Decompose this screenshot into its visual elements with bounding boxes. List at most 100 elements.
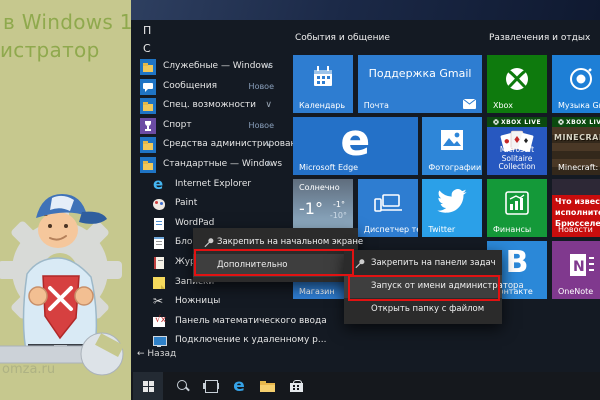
tile-twitter[interactable]: Twitter — [422, 179, 482, 237]
wordpad-icon-wrap — [151, 216, 167, 232]
file-explorer-icon — [260, 381, 275, 392]
menu-item-label: Дополнительно — [217, 260, 288, 270]
search-icon — [176, 379, 190, 393]
tile-почта[interactable]: Поддержка Gmail Почта — [358, 55, 483, 113]
folder-icon — [140, 157, 156, 173]
tile-label: OneNote — [558, 287, 593, 296]
taskbar: e — [131, 372, 600, 400]
xbox-live-icon — [493, 119, 499, 125]
tile-label: Почта — [364, 101, 389, 110]
menu-item-дополнительно[interactable]: Дополнительно› — [193, 254, 358, 277]
app-list-item[interactable]: Стандартные — Windows∧ — [131, 156, 285, 175]
tile-microsoft-solitaire-collection[interactable]: XBOX LIVE Microsoft Solitaire Collection — [487, 117, 547, 175]
promo-panel: в Windows 10 · истратор — [0, 0, 131, 400]
tile-minecraft-w-[interactable]: MINECRAFXBOX LIVEMinecraft: W... — [552, 117, 600, 175]
app-list-item[interactable]: eInternet Explorer — [131, 176, 285, 195]
tile-group-header: События и общение — [295, 33, 390, 43]
app-item-label: Paint — [175, 198, 197, 208]
app-item-label: Стандартные — Windows — [163, 159, 282, 169]
promo-title-line1: в Windows 10 · — [3, 10, 131, 34]
task-view-icon — [203, 380, 219, 392]
back-button[interactable]: ← Назад — [137, 349, 176, 359]
tile-label: Microsoft Solitaire Collection — [487, 146, 547, 172]
tile-финансы[interactable]: Финансы — [487, 179, 547, 237]
promo-title-line2: истратор — [0, 38, 100, 62]
app-item-label: Средства администрирован... — [163, 139, 305, 149]
taskbar-edge-button[interactable]: e — [224, 372, 254, 400]
weather-temp: -1° — [299, 199, 323, 218]
journal-icon — [151, 255, 167, 271]
app-item-label: Подключение к удаленному р... — [175, 335, 326, 345]
chevron-down-icon[interactable]: ∨ — [265, 139, 272, 149]
xbox-live-banner: XBOX LIVE — [487, 117, 547, 127]
chevron-up-icon[interactable]: ∧ — [265, 159, 272, 169]
tile-календарь[interactable]: Календарь — [293, 55, 353, 113]
tile-музыка-gro-[interactable]: Музыка Gro... — [552, 55, 600, 113]
app-list-item[interactable]: Paint — [131, 195, 285, 214]
sport-icon-wrap — [140, 118, 156, 134]
ie-icon-wrap: e — [151, 177, 167, 193]
notes-icon-wrap — [151, 275, 167, 291]
mail-tile-content: Поддержка Gmail — [358, 67, 483, 80]
context-submenu: Закрепить на панели задач Запуск от имени… — [344, 250, 502, 324]
chevron-down-icon[interactable]: ∨ — [265, 61, 272, 71]
twitter-icon — [436, 188, 468, 216]
scissors-icon: ✂ — [151, 294, 167, 310]
taskbar-search-button[interactable] — [168, 372, 198, 400]
tile-onenote[interactable]: N OneNote — [552, 241, 600, 299]
taskbar-start-button[interactable] — [133, 372, 163, 400]
folder-icon-wrap — [140, 157, 156, 173]
menu-item-закрепить-на-начальном-экране[interactable]: Закрепить на начальном экране — [193, 231, 358, 254]
wordpad-icon — [151, 216, 167, 232]
news-headline-line: исполните — [555, 208, 600, 217]
mascot-illustration — [0, 178, 131, 390]
tile-label: Музыка Gro... — [558, 101, 600, 110]
photos-icon — [440, 129, 464, 151]
app-list-item[interactable]: Средства администрирован...∨ — [131, 136, 285, 155]
tile-xbox[interactable]: Xbox — [487, 55, 547, 113]
paint-icon-wrap — [151, 196, 167, 212]
weather-high: -1° — [333, 200, 345, 209]
tile-диспетчер-те-[interactable]: Диспетчер те... — [358, 179, 418, 237]
pin-icon — [354, 258, 366, 270]
app-list-item[interactable]: ✂Ножницы — [131, 293, 285, 312]
chevron-down-icon[interactable]: ∨ — [265, 100, 272, 110]
tile-label: Фотографии — [428, 163, 481, 172]
scissors-icon-wrap: ✂ — [151, 294, 167, 310]
app-list-item[interactable]: √xПанель математического ввода — [131, 313, 285, 332]
app-list-item[interactable]: СообщенияНовое — [131, 78, 285, 97]
app-list-item[interactable]: СпортНовое — [131, 117, 285, 136]
tile-label: Xbox — [493, 101, 513, 110]
back-label: Назад — [147, 349, 176, 359]
edge-taskbar-icon: e — [233, 378, 245, 395]
app-list-item[interactable]: Спец. возможности∨ — [131, 97, 285, 116]
message-icon — [140, 79, 156, 95]
menu-item-запуск-от-имени-администратора[interactable]: Запуск от имени администратора — [344, 275, 502, 298]
sticky-notes-icon — [151, 275, 167, 291]
menu-item-закрепить-на-панели-задач[interactable]: Закрепить на панели задач — [344, 252, 502, 275]
section-letter-С: С — [143, 42, 151, 55]
xbox-live-banner: XBOX LIVE — [552, 117, 600, 127]
app-list-item[interactable]: Служебные — Windows∨ — [131, 58, 285, 77]
menu-item-открыть-папку-с-файлом[interactable]: Открыть папку с файлом — [344, 298, 502, 321]
svg-text:N: N — [573, 259, 585, 275]
edge-logo-icon: e — [293, 117, 418, 166]
tile-новости[interactable]: Что известисполнитеБрюсселеНовости — [552, 179, 600, 237]
minecraft-logo: MINECRAF — [554, 133, 600, 142]
xbox-live-icon — [558, 119, 564, 125]
taskbar-store-button[interactable] — [281, 372, 311, 400]
tile-label: Магазин — [299, 287, 335, 296]
paint-icon — [151, 196, 167, 212]
section-letter-П: П — [143, 24, 151, 37]
new-badge: Новое — [249, 121, 274, 130]
internet-explorer-icon: e — [151, 177, 167, 193]
folder-icon — [140, 98, 156, 114]
tile-microsoft-edge[interactable]: eMicrosoft Edge — [293, 117, 418, 175]
taskbar-explorer-button[interactable] — [252, 372, 282, 400]
menu-item-label: Закрепить на панели задач — [371, 258, 496, 268]
watermark: omza.ru — [2, 362, 55, 377]
news-photo — [552, 179, 600, 195]
tile-фотографии[interactable]: Фотографии — [422, 117, 482, 175]
new-badge: Новое — [249, 82, 274, 91]
taskbar-task-view-button[interactable] — [196, 372, 226, 400]
